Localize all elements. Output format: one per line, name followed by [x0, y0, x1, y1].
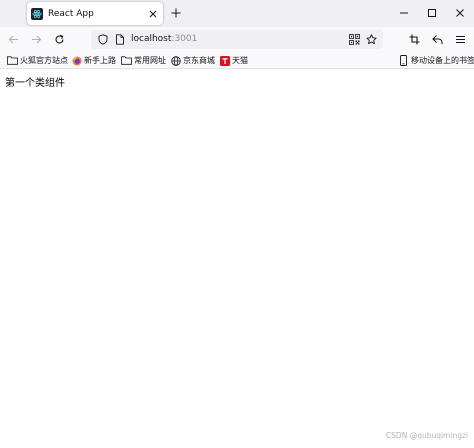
folder-icon: [7, 55, 18, 66]
navigation-toolbar: localhost:3001: [0, 27, 474, 52]
tab-react-app[interactable]: React App: [27, 2, 163, 25]
bookmark-label: 常用网址: [134, 56, 166, 65]
forward-icon[interactable]: [28, 31, 45, 48]
url-text[interactable]: localhost:3001: [131, 34, 197, 44]
tab-title: React App: [48, 8, 94, 19]
bookmark-label: 天猫: [232, 56, 248, 65]
folder-icon: [121, 55, 132, 66]
close-tab-icon[interactable]: [146, 7, 160, 21]
bookmark-label: 新手上路: [84, 56, 116, 65]
star-bookmark-icon[interactable]: [364, 32, 379, 47]
bookmark-label: 京东商城: [183, 56, 215, 65]
react-icon: [31, 7, 43, 20]
bookmark-tmall[interactable]: 天猫: [219, 54, 248, 67]
undo-share-icon[interactable]: [429, 31, 446, 48]
url-port: :3001: [171, 34, 198, 44]
maximize-icon[interactable]: [424, 5, 440, 21]
new-tab-icon[interactable]: [168, 5, 184, 21]
firefox-icon: [71, 55, 82, 66]
tmall-icon: [219, 55, 230, 66]
reload-icon[interactable]: [51, 31, 68, 48]
bookmark-jd-mall[interactable]: 京东商城: [170, 54, 215, 67]
qr-code-icon[interactable]: [347, 32, 362, 47]
close-window-icon[interactable]: [452, 5, 468, 21]
bookmark-firefox-official[interactable]: 火狐官方站点: [7, 54, 68, 67]
page-content: 第一个类组件 CSDN @qubuqimingzi: [0, 70, 474, 448]
globe-icon: [170, 55, 181, 66]
crop-screenshot-icon[interactable]: [406, 31, 423, 48]
minimize-icon[interactable]: [396, 5, 412, 21]
shield-icon[interactable]: [95, 32, 110, 47]
page-info-icon[interactable]: [112, 32, 127, 47]
bookmark-common-sites[interactable]: 常用网址: [121, 54, 166, 67]
tab-strip: React App: [0, 0, 474, 27]
mobile-icon: [398, 55, 409, 66]
watermark: CSDN @qubuqimingzi: [385, 431, 468, 440]
bookmark-mobile[interactable]: 移动设备上的书签: [398, 54, 474, 67]
back-icon[interactable]: [5, 31, 22, 48]
address-bar[interactable]: localhost:3001: [91, 30, 383, 49]
url-host: localhost: [131, 34, 172, 44]
menu-icon[interactable]: [452, 31, 469, 48]
bookmark-label: 移动设备上的书签: [411, 56, 474, 65]
bookmarks-toolbar: 火狐官方站点 新手上路 常用网址 京东商城 天猫 移动设备上的书签: [0, 52, 474, 69]
bookmark-getting-started[interactable]: 新手上路: [71, 54, 116, 67]
bookmark-label: 火狐官方站点: [20, 56, 68, 65]
class-component-text: 第一个类组件: [5, 78, 65, 89]
